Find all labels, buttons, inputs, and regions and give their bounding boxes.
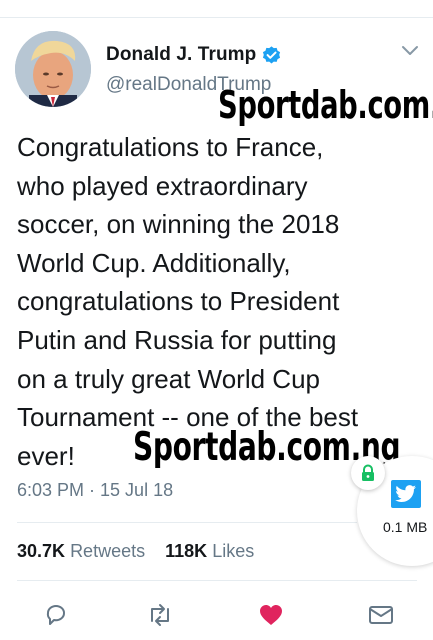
chevron-down-icon[interactable] bbox=[401, 44, 419, 58]
likes-count[interactable]: 118K bbox=[165, 541, 207, 561]
tweet-timestamp[interactable]: 6:03 PM · 15 Jul 18 bbox=[17, 480, 173, 501]
author-name-row[interactable]: Donald J. Trump bbox=[106, 40, 282, 70]
heart-icon[interactable] bbox=[257, 601, 285, 629]
twitter-logo-icon[interactable] bbox=[391, 480, 421, 508]
author-display-name[interactable]: Donald J. Trump bbox=[106, 44, 256, 66]
retweet-icon[interactable] bbox=[146, 601, 174, 629]
tweet-detail-screen: Donald J. Trump @realDonaldTrump Sportda… bbox=[0, 0, 433, 640]
data-usage-size: 0.1 MB bbox=[383, 519, 428, 535]
verified-badge-icon bbox=[261, 45, 282, 66]
reply-icon[interactable] bbox=[42, 601, 70, 629]
lock-icon[interactable] bbox=[351, 456, 385, 490]
divider bbox=[17, 522, 357, 523]
likes-label[interactable]: Likes bbox=[212, 541, 254, 561]
tweet-text: Congratulations to France, who played ex… bbox=[17, 132, 359, 471]
retweets-label[interactable]: Retweets bbox=[70, 541, 145, 561]
avatar[interactable] bbox=[15, 31, 91, 107]
divider bbox=[17, 580, 417, 581]
retweets-count[interactable]: 30.7K bbox=[17, 541, 65, 561]
top-divider bbox=[0, 17, 433, 18]
watermark-text: Sportdab.com.ng bbox=[218, 83, 433, 127]
envelope-icon[interactable] bbox=[367, 601, 395, 629]
engagement-stats: 30.7K Retweets 118K Likes bbox=[17, 541, 254, 562]
